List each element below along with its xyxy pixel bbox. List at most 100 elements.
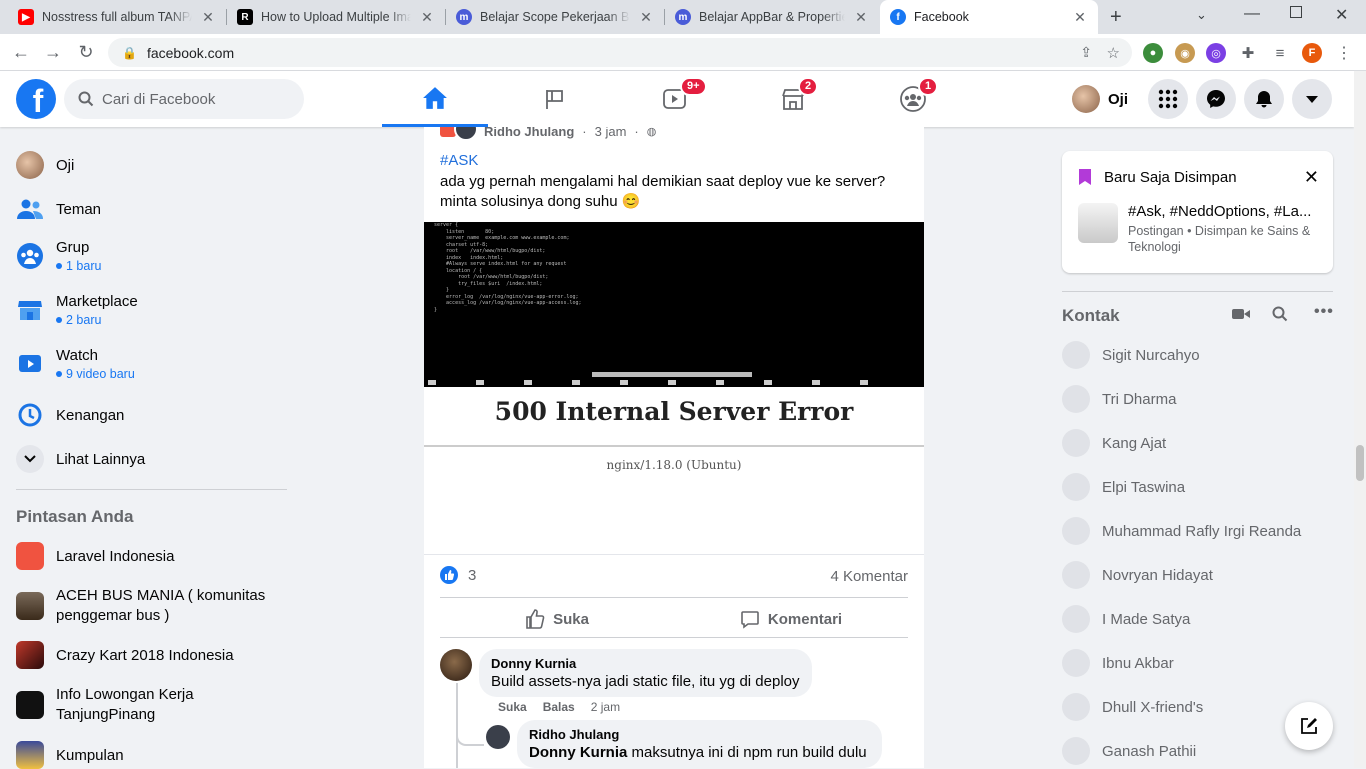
notifications-button[interactable] — [1244, 79, 1284, 119]
nav-marketplace-tab[interactable]: 2 — [740, 71, 846, 127]
sidebar-item-see-more[interactable]: Lihat Lainnya — [16, 445, 145, 473]
browser-tab[interactable]: m Belajar AppBar & Properties ✕ — [665, 0, 879, 34]
comment-mention[interactable]: Donny Kurnia — [529, 744, 627, 761]
saved-item[interactable]: #Ask, #NeddOptions, #La... Postingan • D… — [1128, 203, 1318, 255]
contact-item[interactable]: Muhammad Rafly Irgi Reanda — [1062, 517, 1301, 545]
comment-author[interactable]: Ridho Jhulang — [529, 727, 870, 742]
watch-badge: 9+ — [680, 77, 707, 96]
contact-name: Novryan Hidayat — [1102, 566, 1213, 584]
browser-tab-active[interactable]: f Facebook ✕ — [880, 0, 1098, 34]
facebook-logo[interactable]: f — [16, 79, 56, 119]
like-button[interactable]: Suka — [440, 601, 674, 637]
browser-tab[interactable]: R How to Upload Multiple Images ✕ — [227, 0, 445, 34]
contact-item[interactable]: Tri Dharma — [1062, 385, 1176, 413]
url-bar[interactable]: 🔒 facebook.com ⇪ ☆ — [108, 38, 1132, 67]
new-message-button[interactable] — [1285, 702, 1333, 750]
sidebar-item-profile[interactable]: Oji — [16, 151, 74, 179]
extension-avatar-icon[interactable]: ◉ — [1175, 43, 1195, 63]
close-window-icon[interactable]: ✕ — [1335, 5, 1348, 25]
video-call-icon[interactable] — [1232, 307, 1250, 324]
post-image-error-page[interactable]: 500 Internal Server Error nginx/1.18.0 (… — [424, 387, 924, 555]
nav-watch-tab[interactable]: 9+ — [622, 71, 728, 127]
profile-avatar[interactable]: F — [1302, 43, 1322, 63]
reaction-summary[interactable]: 3 — [440, 566, 476, 584]
saved-header: Baru Saja Disimpan — [1078, 168, 1237, 186]
bookmark-star-icon[interactable]: ☆ — [1107, 44, 1120, 62]
like-label: Suka — [553, 610, 589, 628]
close-tab-icon[interactable]: ✕ — [200, 9, 216, 26]
profile-button[interactable]: Oji — [1072, 83, 1128, 115]
browser-tab[interactable]: m Belajar Scope Pekerjaan Backend ✕ — [446, 0, 664, 34]
reload-icon[interactable]: ↻ — [75, 42, 97, 63]
like-count: 3 — [468, 566, 477, 584]
shortcut-label: Kumpulan — [56, 746, 124, 764]
group-thumbnail — [16, 691, 44, 719]
minimize-icon[interactable]: — — [1244, 5, 1260, 23]
shortcut-item[interactable]: Laravel Indonesia — [16, 542, 174, 570]
avatar[interactable] — [440, 649, 472, 681]
menu-button[interactable] — [1148, 79, 1188, 119]
comment-button[interactable]: Komentari — [674, 601, 908, 637]
close-tab-icon[interactable]: ✕ — [853, 9, 869, 26]
extension-color-icon[interactable]: ◎ — [1206, 43, 1226, 63]
back-icon[interactable]: ← — [10, 42, 32, 63]
contact-item[interactable]: Novryan Hidayat — [1062, 561, 1213, 589]
page-scrollbar[interactable] — [1354, 71, 1366, 768]
contact-item[interactable]: Kang Ajat — [1062, 429, 1166, 457]
share-icon[interactable]: ⇪ — [1080, 44, 1092, 61]
comment-like-link[interactable]: Suka — [498, 700, 527, 714]
reading-list-icon[interactable]: ≡ — [1270, 43, 1290, 63]
post-time[interactable]: 3 jam — [595, 127, 627, 139]
search-icon[interactable] — [1272, 306, 1288, 327]
comment-author[interactable]: Donny Kurnia — [491, 656, 800, 671]
comment-reply-link[interactable]: Balas — [543, 700, 575, 714]
recently-saved-card: Baru Saja Disimpan ✕ #Ask, #NeddOptions,… — [1062, 151, 1333, 273]
comment-time[interactable]: 2 jam — [591, 700, 620, 714]
shortcut-item[interactable]: Kumpulan — [16, 741, 124, 769]
shortcut-item[interactable]: Crazy Kart 2018 Indonesia — [16, 641, 234, 669]
post-author[interactable]: Ridho Jhulang — [484, 127, 574, 139]
contact-item[interactable]: Dhull X-friend's — [1062, 693, 1203, 721]
account-button[interactable] — [1292, 79, 1332, 119]
maximize-icon[interactable] — [1290, 6, 1302, 18]
extensions-puzzle-icon[interactable]: ✚ — [1238, 43, 1258, 63]
close-tab-icon[interactable]: ✕ — [419, 9, 435, 26]
shortcut-item[interactable]: ACEH BUS MANIA ( komunitas penggemar bus… — [16, 586, 286, 626]
search-input[interactable]: Cari di Facebook — [64, 79, 304, 119]
shortcut-item[interactable]: Info Lowongan Kerja TanjungPinang — [16, 685, 226, 725]
post-hashtag[interactable]: #ASK — [440, 152, 478, 169]
close-tab-icon[interactable]: ✕ — [1072, 9, 1088, 26]
avatar[interactable] — [486, 725, 510, 749]
new-tab-icon[interactable]: + — [1110, 6, 1122, 29]
sidebar-item-label: Watch — [56, 347, 98, 364]
scrollbar-thumb[interactable] — [1356, 445, 1364, 481]
sidebar-item-watch[interactable]: Watch 9 video baru — [16, 347, 135, 381]
forward-icon[interactable]: → — [42, 42, 64, 63]
marketplace-badge: 2 — [798, 77, 819, 96]
nav-pages-tab[interactable] — [502, 71, 608, 127]
browser-tab[interactable]: ▶ Nosstress full album TANPA IKLAN ✕ — [8, 0, 226, 34]
saved-thumbnail[interactable] — [1078, 203, 1118, 243]
contact-item[interactable]: Ganash Pathii — [1062, 737, 1196, 765]
dicoding-icon: m — [675, 9, 691, 25]
contact-item[interactable]: Ibnu Akbar — [1062, 649, 1174, 677]
nav-home-tab[interactable] — [382, 71, 488, 127]
more-options-icon[interactable]: ••• — [1314, 303, 1334, 321]
sidebar-item-memories[interactable]: Kenangan — [16, 401, 124, 429]
extension-globe-icon[interactable]: ● — [1143, 43, 1163, 63]
contact-item[interactable]: Sigit Nurcahyo — [1062, 341, 1200, 369]
close-icon[interactable]: ✕ — [1304, 167, 1319, 188]
messenger-button[interactable] — [1196, 79, 1236, 119]
sidebar-item-marketplace[interactable]: Marketplace 2 baru — [16, 293, 138, 327]
close-tab-icon[interactable]: ✕ — [638, 9, 654, 26]
chrome-menu-icon[interactable]: ⋮ — [1334, 43, 1354, 63]
lock-icon: 🔒 — [122, 45, 137, 60]
contact-item[interactable]: I Made Satya — [1062, 605, 1190, 633]
nav-groups-tab[interactable]: 1 — [860, 71, 966, 127]
sidebar-item-friends[interactable]: Teman — [16, 195, 101, 223]
sidebar-item-groups[interactable]: Grup 1 baru — [16, 239, 101, 273]
comments-count[interactable]: 4 Komentar — [830, 568, 908, 585]
tab-search-icon[interactable]: ⌄ — [1196, 7, 1207, 23]
contact-item[interactable]: Elpi Taswina — [1062, 473, 1185, 501]
post-image-terminal[interactable]: server { listen 80; server_name example.… — [424, 222, 924, 387]
